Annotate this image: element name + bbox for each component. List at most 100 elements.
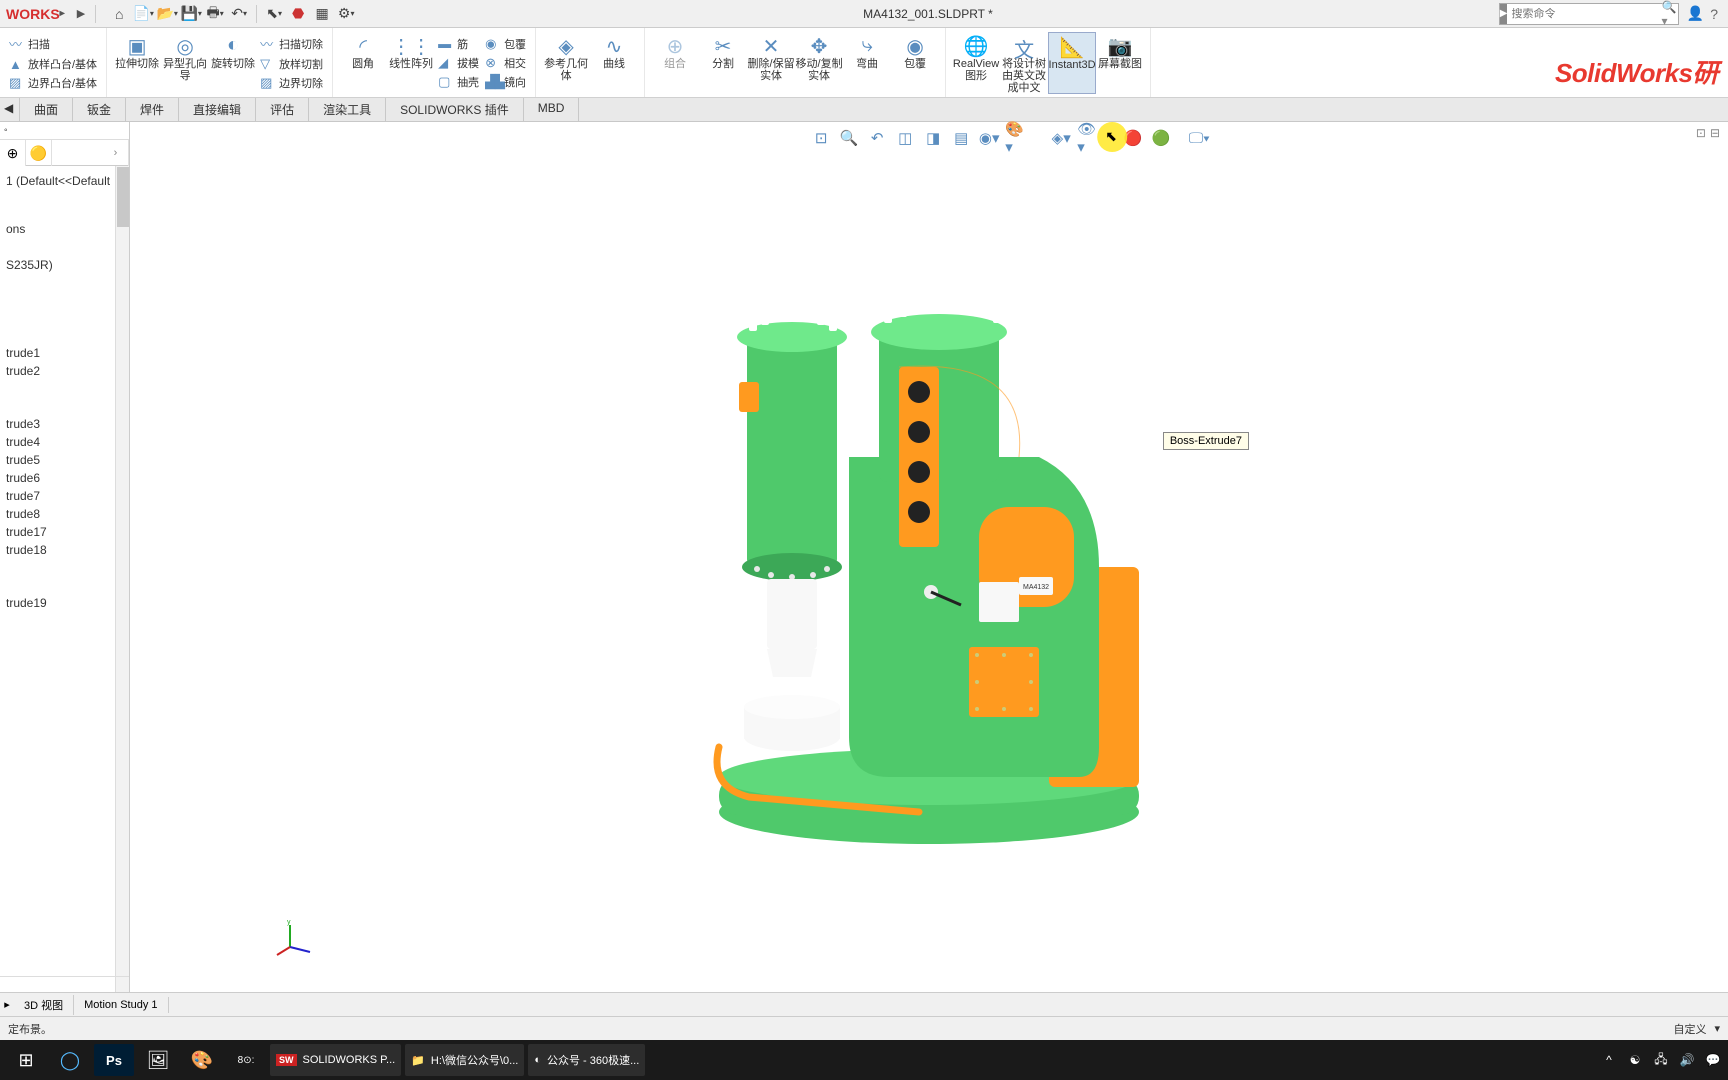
instant3d-button[interactable]: 📐Instant3D (1048, 32, 1096, 94)
tab-motion-study[interactable]: Motion Study 1 (74, 997, 168, 1013)
revolve-cut-button[interactable]: ◐旋转切除 (209, 32, 257, 94)
start-button[interactable]: ⊞ (6, 1044, 46, 1076)
wrap-button[interactable]: ◉包覆 (482, 35, 529, 53)
tab-sheetmetal[interactable]: 钣金 (73, 98, 126, 121)
options-icon[interactable]: ▦ (311, 3, 333, 25)
sweep-cut-button[interactable]: 〰扫描切除 (257, 33, 326, 54)
print-icon[interactable]: 🖶▾ (204, 3, 226, 25)
display-icon[interactable]: 🖵▾ (1187, 126, 1211, 150)
tab-render[interactable]: 渲染工具 (309, 98, 386, 121)
viewport[interactable]: ⊡ 🔍 ↶ ◫ ◨ ▤ ◉▾ 🎨▾ ◈▾ 👁▾ 🔴 🟢 ⬉ 🖵▾ ⊡ ⊟ (130, 122, 1728, 992)
open-icon[interactable]: 📂▾ (156, 3, 178, 25)
screenshot-button[interactable]: 📷屏幕截图 (1096, 32, 1144, 94)
tree-item[interactable]: trude5 (4, 451, 125, 469)
realview-button[interactable]: 🌐RealView 图形 (952, 32, 1000, 94)
expand-panel-icon[interactable]: ⊟ (1710, 126, 1720, 140)
tree-scrollbar[interactable] (115, 166, 129, 976)
tray-up-icon[interactable]: ^ (1600, 1053, 1618, 1067)
tree-cn-button[interactable]: 文将设计树由英文改成中文 (1000, 32, 1048, 94)
loft-boss-button[interactable]: ▲放样凸台/基体 (6, 55, 100, 73)
tree-item[interactable]: ons (4, 220, 125, 238)
tree-root[interactable]: 1 (Default<<Default (4, 172, 125, 190)
tree-item[interactable]: trude3 (4, 415, 125, 433)
paint-app[interactable]: 🎨 (182, 1044, 222, 1076)
tree-item[interactable]: trude17 (4, 523, 125, 541)
tab-weldment[interactable]: 焊件 (126, 98, 179, 121)
tree-item[interactable]: trude18 (4, 541, 125, 559)
panel-toggle-icon[interactable]: ◦ (0, 125, 8, 136)
search-input[interactable] (1507, 8, 1657, 20)
section-view-icon[interactable]: ◫ (893, 126, 917, 150)
tray-notif-icon[interactable]: 💬 (1704, 1053, 1722, 1067)
explorer-task[interactable]: 📁H:\微信公众号\0... (405, 1044, 524, 1076)
rebuild-icon[interactable]: ⬣ (287, 3, 309, 25)
photos-app[interactable]: 🖼 (138, 1044, 178, 1076)
tree-item[interactable]: trude8 (4, 505, 125, 523)
tree-item[interactable]: trude6 (4, 469, 125, 487)
tab-direct-edit[interactable]: 直接编辑 (179, 98, 256, 121)
tree-item[interactable]: S235JR) (4, 256, 125, 274)
rib-button[interactable]: ▬筋 (435, 35, 482, 53)
view-settings-icon[interactable]: ◈▾ (1049, 126, 1073, 150)
ref-geom-button[interactable]: ◈参考几何体 (542, 32, 590, 94)
hole-wizard-button[interactable]: ◎异型孔向导 (161, 32, 209, 94)
delete-keep-button[interactable]: ✕删除/保留实体 (747, 32, 795, 94)
wrap2-button[interactable]: ◉包覆 (891, 32, 939, 94)
undo-icon[interactable]: ↶▾ (228, 3, 250, 25)
zoom-fit-icon[interactable]: ⊡ (809, 126, 833, 150)
browser-task[interactable]: ◐公众号 - 360极速... (528, 1044, 645, 1076)
cortana-icon[interactable]: ◯ (50, 1044, 90, 1076)
view-orientation-icon[interactable]: ◨ (921, 126, 945, 150)
user-icon[interactable]: 👤 (1687, 5, 1704, 22)
hide-icon[interactable]: 👁▾ (1077, 126, 1101, 150)
scene-icon[interactable]: 🟢 (1149, 126, 1173, 150)
tab-evaluate[interactable]: 评估 (256, 98, 309, 121)
feature-tree-tab-icon[interactable]: ⊕ (0, 140, 26, 166)
extrude-cut-button[interactable]: ▣拉伸切除 (113, 32, 161, 94)
tab-leading[interactable]: ◀ (0, 98, 20, 121)
model-tab-icon[interactable]: ▸ (0, 998, 14, 1011)
feature-tree[interactable]: 1 (Default<<Default ons S235JR) trude1 t… (0, 166, 129, 976)
h-scrollbar[interactable] (115, 977, 129, 992)
linear-pattern-button[interactable]: ⋮⋮线性阵列 (387, 32, 435, 94)
shell-button[interactable]: ▢抽壳 (435, 73, 482, 91)
tab-surface[interactable]: 曲面 (20, 98, 73, 121)
collapse-icon[interactable]: ⊡ (1696, 126, 1706, 140)
combine-button[interactable]: ⊕组合 (651, 32, 699, 94)
tree-item[interactable]: trude19 (4, 594, 125, 612)
display-style-icon[interactable]: ▤ (949, 126, 973, 150)
previous-view-icon[interactable]: ↶ (865, 126, 889, 150)
curves-button[interactable]: ∿曲线 (590, 32, 638, 94)
tab-addins[interactable]: SOLIDWORKS 插件 (386, 98, 524, 121)
model-3d[interactable]: MA4132 (699, 257, 1159, 857)
expand-icon[interactable]: › (103, 140, 129, 166)
status-custom[interactable]: 自定义 (1673, 1021, 1706, 1037)
config-tab-icon[interactable]: 🟡 (26, 140, 52, 166)
play-icon[interactable]: ▶ (71, 7, 91, 20)
settings-icon[interactable]: ⚙▾ (335, 3, 357, 25)
help-icon[interactable]: ? (1710, 6, 1718, 22)
appearance-icon[interactable]: 🔴 (1121, 126, 1145, 150)
tree-item[interactable]: trude4 (4, 433, 125, 451)
new-icon[interactable]: 📄▾ (132, 3, 154, 25)
search-box[interactable]: ▶ 🔍▾ (1499, 3, 1679, 25)
tab-3dview[interactable]: 3D 视图 (14, 995, 74, 1015)
tree-item[interactable]: trude2 (4, 362, 125, 380)
boundary-cut-button[interactable]: ▨边界切除 (257, 74, 326, 92)
boundary-boss-button[interactable]: ▨边界凸台/基体 (6, 74, 100, 92)
zoom-area-icon[interactable]: 🔍 (837, 126, 861, 150)
status-arrow-icon[interactable]: ▾ (1714, 1022, 1720, 1035)
ps-app[interactable]: Ps (94, 1044, 134, 1076)
select-icon[interactable]: ⬉▾ (263, 3, 285, 25)
tree-item[interactable]: trude7 (4, 487, 125, 505)
tray-volume-icon[interactable]: 🔊 (1678, 1053, 1696, 1067)
flex-button[interactable]: ⤷弯曲 (843, 32, 891, 94)
loft-cut-button[interactable]: ▽放样切割 (257, 55, 326, 73)
split-button[interactable]: ✂分割 (699, 32, 747, 94)
tree-item[interactable]: trude1 (4, 344, 125, 362)
sweep-button[interactable]: 〰扫描 (6, 33, 100, 54)
home-icon[interactable]: ⌂ (108, 3, 130, 25)
edit-appearance-icon[interactable]: 🎨▾ (1005, 126, 1029, 150)
mirror-button[interactable]: ▟▙镜向 (482, 73, 529, 91)
solidworks-task[interactable]: SWSOLIDWORKS P... (270, 1044, 401, 1076)
